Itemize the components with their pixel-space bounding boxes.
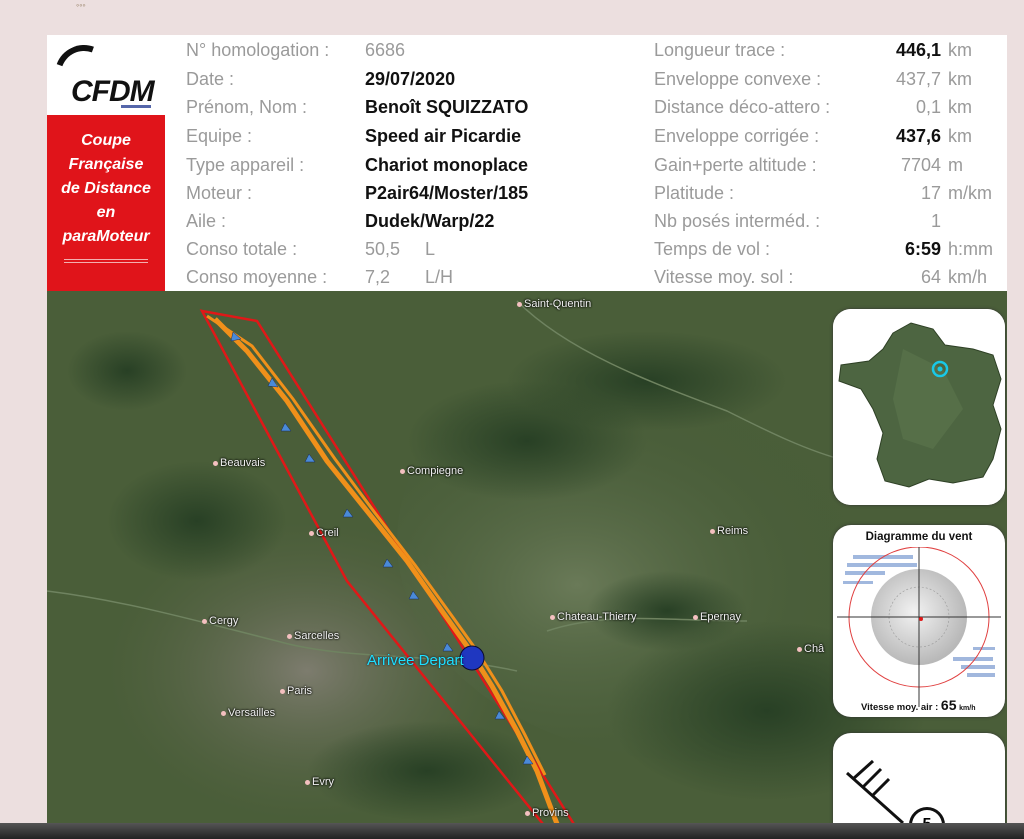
info-value: 6686 bbox=[365, 40, 406, 60]
info-label: N° homologation : bbox=[186, 40, 330, 60]
stat-unit: km bbox=[948, 69, 972, 89]
town-label: Compiegne bbox=[400, 465, 463, 477]
town-label: Creil bbox=[309, 527, 339, 539]
cfdm-logo: CFDM bbox=[47, 35, 165, 115]
stat-value: 437,7 bbox=[895, 69, 941, 89]
stat-label: Enveloppe convexe : bbox=[654, 69, 822, 89]
stat-unit: m bbox=[948, 155, 963, 175]
info-label: Conso totale : bbox=[186, 239, 298, 259]
wind-diagram-panel: Diagramme du vent Vitesse moy. air : 65 … bbox=[833, 525, 1005, 717]
intermediate-landings-panel: 5 bbox=[833, 733, 1005, 829]
stat-label: Temps de vol : bbox=[654, 239, 771, 259]
info-label: Conso moyenne : bbox=[186, 267, 328, 287]
stat-unit: km bbox=[948, 40, 972, 60]
stat-value: 64 bbox=[920, 267, 941, 287]
stat-value: 7704 bbox=[900, 155, 941, 175]
stat-value: 0,1 bbox=[915, 97, 941, 117]
info-value: Chariot monoplace bbox=[365, 155, 529, 175]
info-value: 7,2 bbox=[365, 267, 391, 287]
stat-value: 446,1 bbox=[895, 40, 941, 60]
stat-label: Vitesse moy. sol : bbox=[654, 267, 794, 287]
town-label: Provins bbox=[525, 807, 569, 819]
info-value: Speed air Picardie bbox=[365, 126, 522, 146]
town-label: Reims bbox=[710, 525, 748, 537]
info-value: 50,5 bbox=[365, 239, 401, 259]
wind-diagram-title: Diagramme du vent bbox=[865, 531, 973, 543]
town-label: Beauvais bbox=[213, 457, 265, 469]
badge-divider bbox=[64, 259, 148, 263]
info-value: Dudek/Warp/22 bbox=[365, 211, 495, 231]
town-label: Saint-Quentin bbox=[517, 298, 591, 310]
stat-label: Enveloppe corrigée : bbox=[654, 126, 820, 146]
badge-line: paraMoteur bbox=[62, 228, 150, 245]
stat-value: 1 bbox=[930, 211, 941, 231]
info-label: Type appareil : bbox=[186, 155, 305, 175]
info-label: Date : bbox=[186, 69, 235, 89]
stat-value: 437,6 bbox=[895, 126, 941, 146]
town-label: Cergy bbox=[202, 615, 238, 627]
info-value: 29/07/2020 bbox=[365, 69, 456, 89]
stat-unit: h:mm bbox=[948, 239, 993, 259]
info-unit: L/H bbox=[425, 267, 454, 287]
badge-line: Coupe bbox=[81, 132, 131, 149]
town-label: Versailles bbox=[221, 707, 275, 719]
badge-line: Française bbox=[68, 156, 144, 173]
stat-unit: km bbox=[948, 126, 972, 146]
stat-label: Nb posés interméd. : bbox=[654, 211, 821, 231]
info-label: Aile : bbox=[186, 211, 227, 231]
france-overview-panel bbox=[833, 309, 1005, 505]
stat-label: Gain+perte altitude : bbox=[654, 155, 817, 175]
competition-badge: Coupe Française de Distance en paraMoteu… bbox=[47, 115, 165, 291]
flight-report-card: CFDM Coupe Française de Distance en para… bbox=[47, 35, 1007, 829]
town-label: Sarcelles bbox=[287, 630, 339, 642]
window-bottom-bar bbox=[0, 823, 1024, 839]
stat-label: Platitude : bbox=[654, 183, 735, 203]
average-air-speed: Vitesse moy. air : 65 km/h bbox=[861, 697, 976, 713]
logo-underline bbox=[121, 105, 151, 108]
info-value: P2air64/Moster/185 bbox=[365, 183, 529, 203]
logo-text: CFDM bbox=[71, 75, 155, 108]
info-unit: L bbox=[425, 239, 436, 259]
stat-value: 17 bbox=[920, 183, 941, 203]
town-label: Paris bbox=[280, 685, 312, 697]
arrival-departure-label: Arrivee Depart bbox=[367, 652, 464, 669]
france-map-icon bbox=[833, 309, 1005, 505]
info-label: Prénom, Nom : bbox=[186, 97, 308, 117]
stat-label: Longueur trace : bbox=[654, 40, 786, 60]
town-label: Epernay bbox=[693, 611, 741, 623]
badge-line: en bbox=[96, 204, 116, 221]
top-decoration: ◦◦◦ bbox=[76, 0, 86, 10]
stat-unit: km bbox=[948, 97, 972, 117]
town-label: Chateau-Thierry bbox=[550, 611, 636, 623]
town-label: Evry bbox=[305, 776, 334, 788]
badge-line: de Distance bbox=[61, 180, 151, 197]
info-value: Benoît SQUIZZATO bbox=[365, 97, 529, 117]
stat-unit: m/km bbox=[948, 183, 992, 203]
stat-unit: km/h bbox=[948, 267, 988, 287]
stat-value: 6:59 bbox=[904, 239, 941, 259]
town-label: Châ bbox=[797, 643, 824, 655]
stat-label: Distance déco-attero : bbox=[654, 97, 831, 117]
info-label: Moteur : bbox=[186, 183, 253, 203]
info-label: Equipe : bbox=[186, 126, 253, 146]
wind-diagram-chart bbox=[837, 547, 1001, 707]
